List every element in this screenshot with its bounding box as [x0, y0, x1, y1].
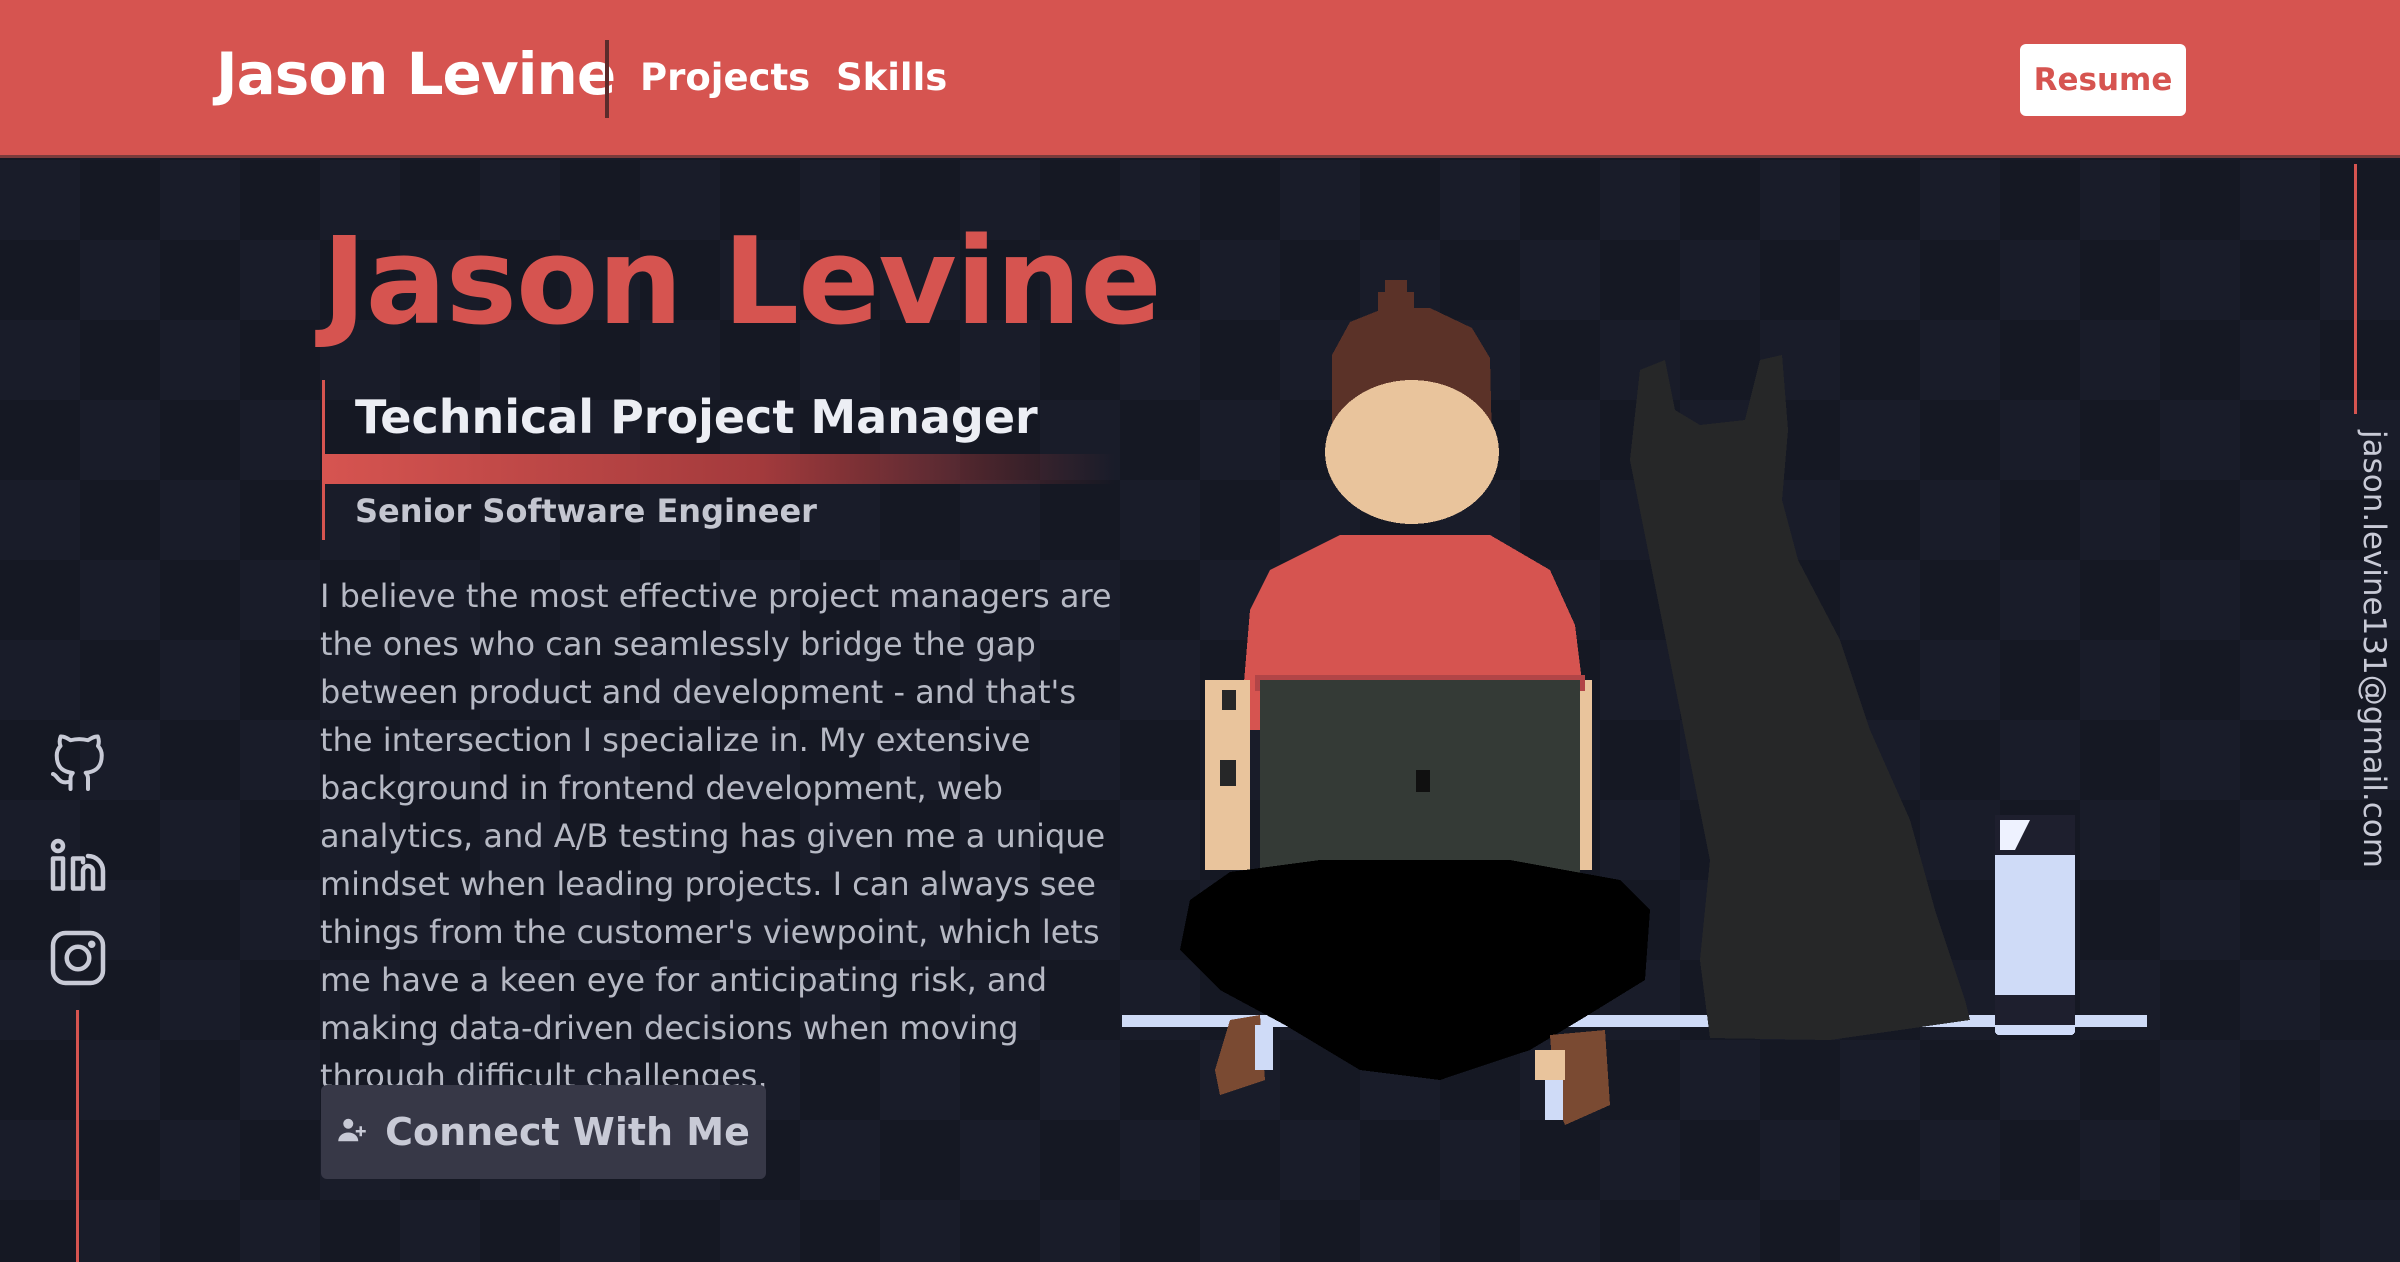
- job-title-secondary: Senior Software Engineer: [355, 492, 817, 530]
- job-title-primary: Technical Project Manager: [355, 390, 1038, 444]
- linkedin-link[interactable]: [46, 836, 110, 900]
- bio-paragraph: I believe the most effective project man…: [320, 577, 1112, 1095]
- email-link[interactable]: jason.levine131@gmail.com: [2356, 430, 2392, 868]
- pixel-art-illustration: [1110, 260, 2160, 1160]
- github-icon: [48, 734, 108, 798]
- nav-link-projects[interactable]: Projects: [640, 56, 810, 99]
- nav-link-skills[interactable]: Skills: [836, 56, 947, 99]
- instagram-icon: [48, 928, 108, 992]
- resume-button[interactable]: Resume: [2020, 44, 2186, 116]
- email-rail-line: [2354, 164, 2357, 414]
- instagram-link[interactable]: [46, 928, 110, 992]
- title-accent-bar: [325, 454, 1115, 484]
- hero-name: Jason Levine: [322, 213, 1162, 352]
- social-rail-line: [76, 1010, 79, 1262]
- nav-divider: [605, 40, 609, 118]
- connect-button-label: Connect With Me: [385, 1110, 750, 1154]
- linkedin-icon: [48, 836, 108, 900]
- top-navbar: Jason Levine Projects Skills Resume: [0, 0, 2400, 158]
- connect-with-me-button[interactable]: Connect With Me: [321, 1085, 766, 1179]
- brand-logo-link[interactable]: Jason Levine: [216, 40, 616, 108]
- github-link[interactable]: [46, 734, 110, 798]
- user-plus-icon: [337, 1110, 367, 1154]
- title-block: Technical Project Manager Senior Softwar…: [322, 380, 1125, 540]
